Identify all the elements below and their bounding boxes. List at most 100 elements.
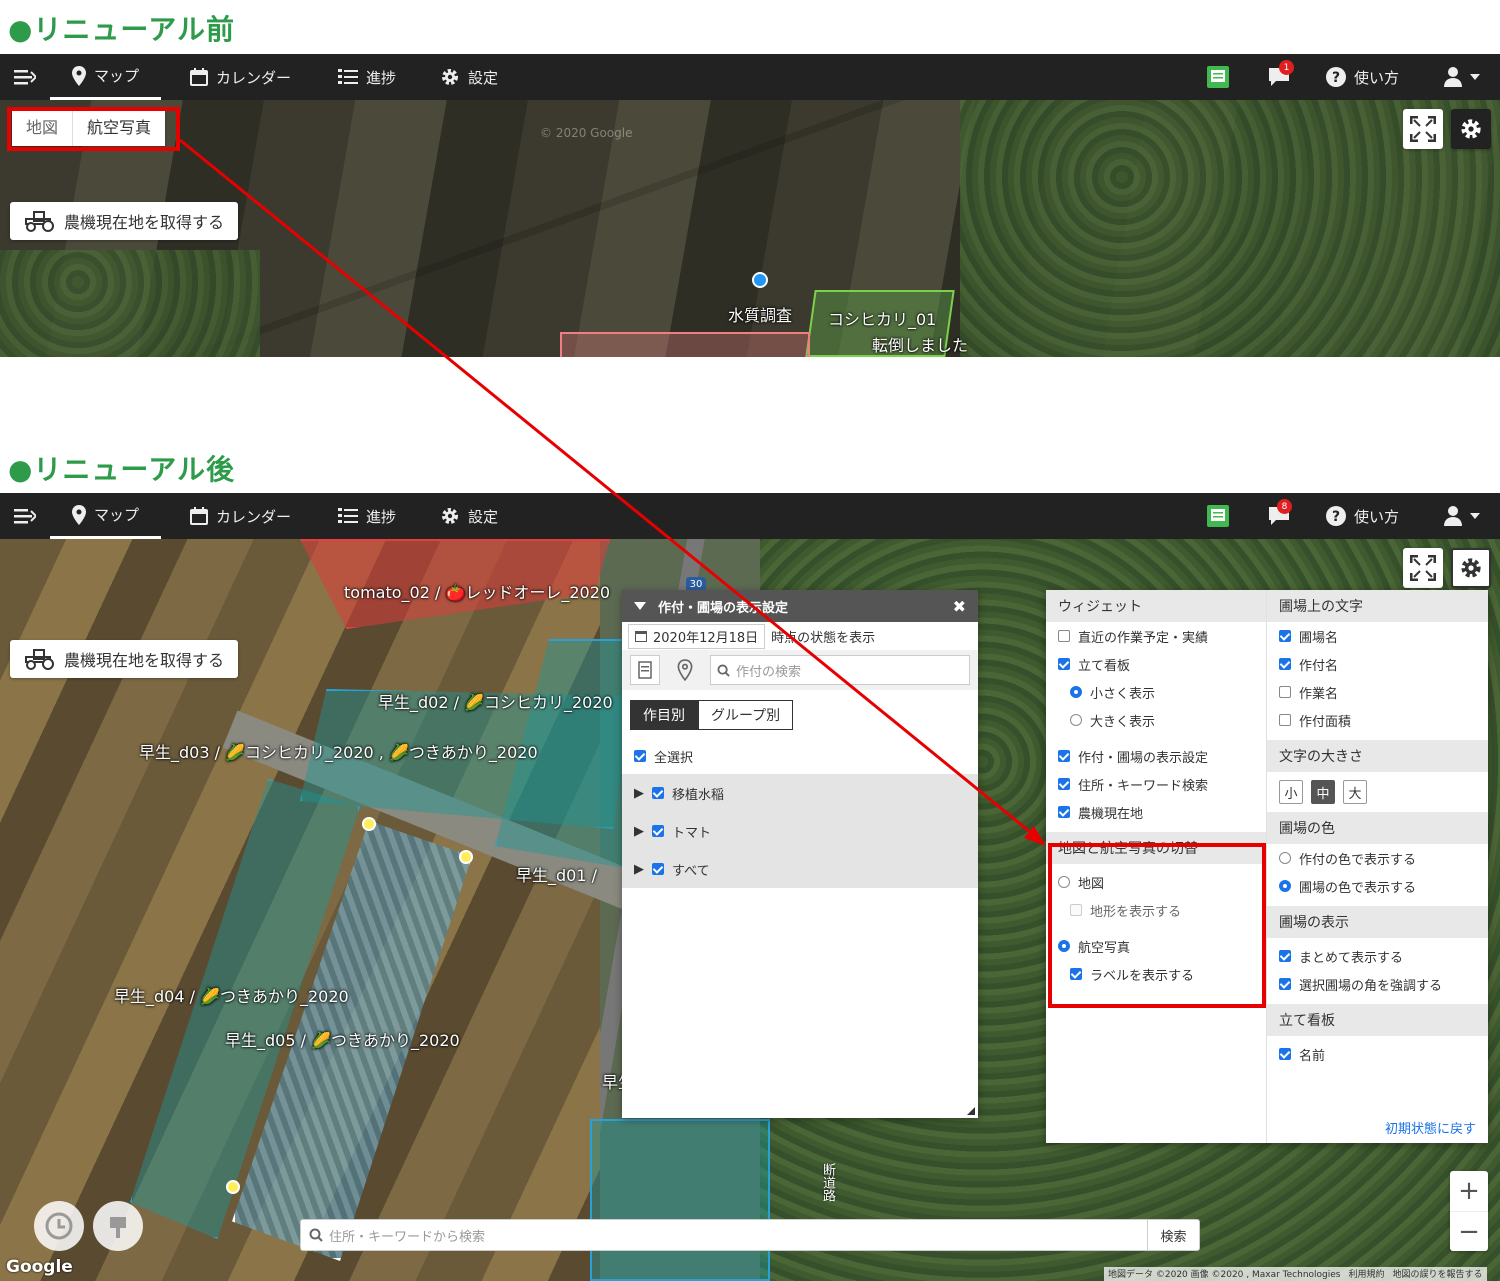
map-settings-gear-icon[interactable] bbox=[1451, 548, 1491, 588]
field-text-row[interactable]: 圃場名 bbox=[1267, 622, 1488, 650]
history-clock-icon[interactable] bbox=[34, 1201, 84, 1251]
nav-help[interactable]: ? 使い方 bbox=[1326, 493, 1399, 539]
location-pin-icon[interactable] bbox=[752, 272, 768, 288]
get-machine-location-button[interactable]: 農機現在地を取得する bbox=[10, 202, 239, 240]
widget-row[interactable]: 住所・キーワード検索 bbox=[1046, 770, 1266, 798]
field-text-row[interactable]: 作付名 bbox=[1267, 650, 1488, 678]
field-color-row[interactable]: 圃場の色で表示する bbox=[1267, 872, 1488, 900]
expand-caret-icon[interactable]: ▶ bbox=[634, 786, 644, 801]
sign-size-row[interactable]: 大きく表示 bbox=[1046, 706, 1266, 734]
checkbox[interactable] bbox=[1279, 714, 1291, 726]
date-picker[interactable]: 2020年12月18日 bbox=[628, 623, 766, 649]
checkbox[interactable] bbox=[1279, 630, 1291, 642]
map-settings-gear-icon[interactable] bbox=[1451, 109, 1491, 149]
menu-toggle-icon[interactable] bbox=[14, 54, 36, 100]
widget-label: 農機現在地 bbox=[1078, 806, 1144, 822]
nav-map[interactable]: マップ bbox=[50, 493, 162, 539]
checkbox[interactable] bbox=[1279, 978, 1291, 990]
sign-size-row[interactable]: 小さく表示 bbox=[1046, 678, 1266, 706]
get-machine-location-button[interactable]: 農機現在地を取得する bbox=[10, 640, 239, 678]
checkbox[interactable] bbox=[1279, 1048, 1291, 1060]
expand-caret-icon[interactable]: ▶ bbox=[634, 824, 644, 839]
zoom-out-button[interactable]: − bbox=[1450, 1211, 1488, 1251]
nav-help[interactable]: ? 使い方 bbox=[1326, 54, 1399, 100]
checkbox[interactable] bbox=[652, 825, 664, 837]
aerial-map-before[interactable]: 水質調査 コシヒカリ_01 転倒しました © 2020 Google 農機現在地… bbox=[0, 100, 1500, 357]
widget-row[interactable]: 直近の作業予定・実績 bbox=[1046, 622, 1266, 650]
radio[interactable] bbox=[1070, 714, 1082, 726]
map-pin-outline-icon[interactable] bbox=[670, 655, 700, 685]
field-corner-handle[interactable] bbox=[226, 1180, 240, 1194]
map-attribution: 地図データ ©2020 画像 ©2020 , Maxar Technologie… bbox=[1104, 1267, 1487, 1281]
address-search-input[interactable]: 住所・キーワードから検索 bbox=[329, 1226, 1147, 1245]
nav-progress[interactable]: 進捗 bbox=[338, 54, 396, 100]
field-book-icon[interactable] bbox=[1206, 493, 1230, 539]
nav-calendar[interactable]: カレンダー bbox=[190, 493, 291, 539]
address-search-button[interactable]: 検索 bbox=[1147, 1220, 1199, 1250]
nav-settings[interactable]: 設定 bbox=[440, 493, 498, 539]
sign-board-row[interactable]: 名前 bbox=[1267, 1040, 1488, 1068]
size-medium-button[interactable]: 中 bbox=[1311, 780, 1335, 804]
menu-toggle-icon[interactable] bbox=[14, 493, 36, 539]
checkbox[interactable] bbox=[1058, 658, 1070, 670]
nav-settings[interactable]: 設定 bbox=[440, 54, 498, 100]
sign-board-icon[interactable] bbox=[93, 1201, 143, 1251]
field-text-row[interactable]: 作付面積 bbox=[1267, 706, 1488, 734]
checkbox[interactable] bbox=[1279, 658, 1291, 670]
field-text-row[interactable]: 作業名 bbox=[1267, 678, 1488, 706]
widget-row[interactable]: 立て看板 bbox=[1046, 650, 1266, 678]
widget-row[interactable]: 作付・圃場の表示設定 bbox=[1046, 742, 1266, 770]
checkbox[interactable] bbox=[1279, 686, 1291, 698]
field-lower[interactable] bbox=[590, 1119, 770, 1281]
crop-search-input[interactable]: 作付の検索 bbox=[710, 655, 970, 685]
user-menu[interactable] bbox=[1444, 54, 1480, 100]
field-display-row[interactable]: 選択圃場の角を強調する bbox=[1267, 970, 1488, 998]
collapse-caret-icon[interactable] bbox=[634, 602, 646, 610]
select-all-row[interactable]: 全選択 bbox=[622, 738, 978, 774]
nav-progress[interactable]: 進捗 bbox=[338, 493, 396, 539]
checkbox[interactable] bbox=[1058, 806, 1070, 818]
field-book-icon[interactable] bbox=[1206, 54, 1230, 100]
size-small-button[interactable]: 小 bbox=[1279, 780, 1303, 804]
nav-map[interactable]: マップ bbox=[50, 54, 162, 100]
field-color-row[interactable]: 作付の色で表示する bbox=[1267, 844, 1488, 872]
checkbox[interactable] bbox=[1058, 778, 1070, 790]
reset-link[interactable]: 初期状態に戻す bbox=[1385, 1118, 1476, 1137]
radio[interactable] bbox=[1279, 880, 1291, 892]
attribution-terms[interactable]: 利用規約 bbox=[1348, 1267, 1384, 1281]
crop-group-row[interactable]: ▶ トマト bbox=[622, 812, 978, 850]
widget-row[interactable]: 農機現在地 bbox=[1046, 798, 1266, 826]
tab-by-crop[interactable]: 作目別 bbox=[630, 700, 698, 730]
fullscreen-icon[interactable] bbox=[1403, 548, 1443, 588]
size-large-button[interactable]: 大 bbox=[1343, 780, 1367, 804]
text-size-header: 文字の大きさ bbox=[1267, 740, 1488, 772]
road-name-label: 断道路 bbox=[820, 1163, 835, 1202]
checkbox[interactable] bbox=[652, 863, 664, 875]
field-corner-handle[interactable] bbox=[362, 817, 376, 831]
tab-by-group[interactable]: グループ別 bbox=[698, 700, 794, 730]
checkbox[interactable] bbox=[634, 750, 646, 762]
close-icon[interactable]: ✖ bbox=[953, 597, 966, 616]
checkbox[interactable] bbox=[1058, 630, 1070, 642]
list-view-icon[interactable] bbox=[630, 655, 660, 685]
attribution-report[interactable]: 地図の誤りを報告する bbox=[1393, 1267, 1483, 1281]
checkbox[interactable] bbox=[1279, 950, 1291, 962]
crop-group-row[interactable]: ▶ すべて bbox=[622, 850, 978, 888]
field-display-row[interactable]: まとめて表示する bbox=[1267, 942, 1488, 970]
user-menu[interactable] bbox=[1444, 493, 1480, 539]
nav-calendar-label: カレンダー bbox=[216, 507, 292, 526]
resize-handle[interactable] bbox=[967, 1107, 975, 1115]
radio[interactable] bbox=[1070, 686, 1082, 698]
field-corner-handle[interactable] bbox=[459, 850, 473, 864]
checkbox[interactable] bbox=[652, 787, 664, 799]
crop-group-row[interactable]: ▶ 移植水稲 bbox=[622, 774, 978, 812]
nav-calendar[interactable]: カレンダー bbox=[190, 54, 291, 100]
notification-icon[interactable]: 1 bbox=[1268, 54, 1294, 100]
radio[interactable] bbox=[1279, 852, 1291, 864]
zoom-in-button[interactable]: + bbox=[1450, 1171, 1488, 1211]
expand-caret-icon[interactable]: ▶ bbox=[634, 862, 644, 877]
checkbox[interactable] bbox=[1058, 750, 1070, 762]
field-outline-pink[interactable] bbox=[560, 332, 810, 357]
fullscreen-icon[interactable] bbox=[1403, 109, 1443, 149]
notification-icon[interactable]: 8 bbox=[1268, 493, 1292, 539]
